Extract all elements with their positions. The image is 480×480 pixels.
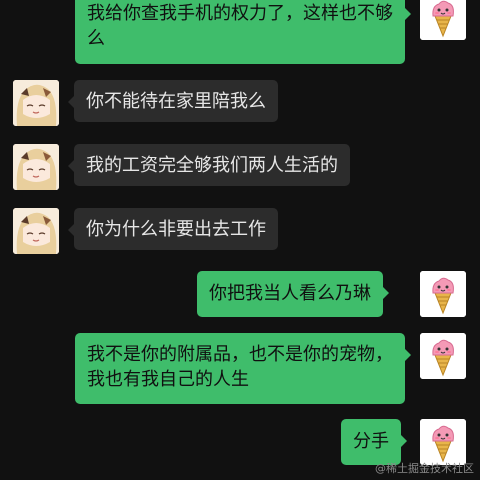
- ice-cream-icon[interactable]: [420, 271, 466, 317]
- message-bubble-outgoing[interactable]: 我给你查我手机的权力了，这样也不够么: [75, 0, 411, 64]
- message-bubble-incoming[interactable]: 你为什么非要出去工作: [68, 208, 278, 250]
- message-bubble-outgoing[interactable]: 我不是你的附属品，也不是你的宠物，我也有我自己的人生: [75, 333, 411, 404]
- message-bubble-outgoing[interactable]: 分手: [341, 419, 407, 465]
- message-bubble-incoming[interactable]: 你不能待在家里陪我么: [68, 80, 278, 122]
- ice-cream-icon[interactable]: [420, 419, 466, 465]
- watermark: @稀土掘金技术社区: [375, 462, 474, 475]
- message-bubble-incoming[interactable]: 我的工资完全够我们两人生活的: [68, 144, 350, 186]
- anime-girl-avatar[interactable]: [13, 144, 59, 190]
- message-bubble-outgoing[interactable]: 你把我当人看么乃琳: [197, 271, 389, 317]
- chat-window: 我给你查我手机的权力了，这样也不够么 你不能待在家里陪我么 我的工资完全够我们两…: [0, 0, 480, 480]
- anime-girl-avatar[interactable]: [13, 208, 59, 254]
- ice-cream-icon[interactable]: [420, 0, 466, 40]
- ice-cream-icon[interactable]: [420, 333, 466, 379]
- anime-girl-avatar[interactable]: [13, 80, 59, 126]
